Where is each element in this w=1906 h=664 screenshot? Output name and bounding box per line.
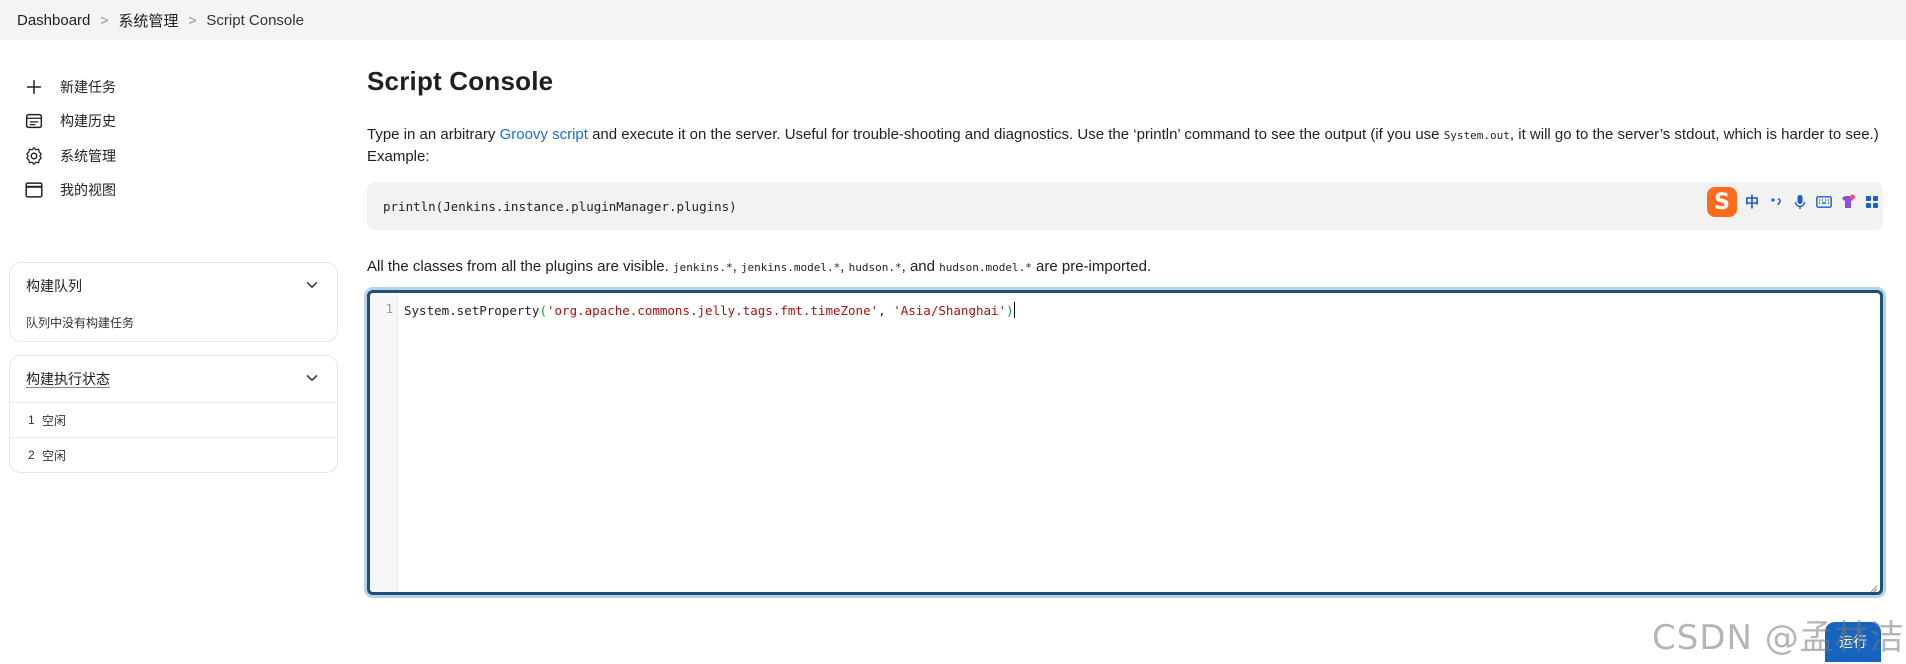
- executor-status: 空闲: [42, 413, 67, 428]
- pre-imported-note: All the classes from all the plugins are…: [367, 258, 1151, 275]
- note-code: hudson.model.*: [939, 261, 1032, 274]
- groovy-script-link[interactable]: Groovy script: [500, 126, 588, 143]
- toolbox-grid-icon[interactable]: [1863, 192, 1881, 212]
- example-code-block: println(Jenkins.instance.pluginManager.p…: [367, 182, 1883, 230]
- ime-chinese-mode-icon[interactable]: 中: [1743, 192, 1761, 212]
- note-code: jenkins.*: [672, 261, 733, 274]
- note-segment: are pre-imported.: [1031, 258, 1152, 275]
- sidebar-item-label: 构建历史: [60, 113, 116, 129]
- page-title: Script Console: [367, 66, 554, 96]
- breadcrumb-system-management[interactable]: 系统管理: [118, 10, 178, 31]
- executor-number: 1: [28, 413, 35, 427]
- window-icon: [20, 176, 48, 204]
- script-editor[interactable]: 1 System.setProperty('org.apache.commons…: [367, 290, 1883, 595]
- build-queue-pane: 构建队列 队列中没有构建任务: [9, 262, 338, 342]
- description-text: Type in an arbitrary Groovy script and e…: [367, 124, 1887, 167]
- note-segment: ,: [840, 258, 849, 275]
- note-code: hudson.*: [848, 261, 902, 274]
- chevron-down-icon[interactable]: [303, 369, 321, 390]
- code-paren: (: [539, 303, 547, 318]
- sidebar-item-label: 系统管理: [60, 148, 116, 164]
- example-code: println(Jenkins.instance.pluginManager.p…: [383, 198, 737, 214]
- keyboard-icon[interactable]: [1815, 192, 1833, 212]
- ime-toolbar[interactable]: S 中: [1703, 186, 1885, 218]
- breadcrumb-script-console[interactable]: Script Console: [206, 12, 304, 29]
- code-line[interactable]: System.setProperty('org.apache.commons.j…: [404, 302, 1015, 318]
- note-segment: , and: [901, 258, 940, 275]
- code-string: 'org.apache.commons.jelly.tags.fmt.timeZ…: [547, 303, 879, 318]
- breadcrumb-separator-icon: >: [188, 12, 197, 28]
- code-paren: ): [1006, 303, 1014, 318]
- skin-shirt-icon[interactable]: [1839, 192, 1857, 212]
- description-segment: and execute it on the server. Useful for…: [587, 126, 1444, 143]
- note-segment: All the classes from all the plugins are…: [367, 258, 673, 275]
- sidebar: 新建任务 构建历史 系统管理 我的视图 构建队列 队列中没有构建任务 构建执行状…: [0, 40, 348, 664]
- executors-title-link[interactable]: 构建执行状态: [26, 369, 110, 389]
- text-cursor: [1013, 302, 1015, 318]
- sogou-logo-icon[interactable]: S: [1707, 187, 1737, 217]
- executor-number: 2: [28, 448, 35, 462]
- executor-row: 1 空闲: [10, 402, 337, 437]
- line-number: 1: [385, 302, 393, 316]
- chevron-down-icon[interactable]: [303, 276, 321, 297]
- breadcrumb: Dashboard > 系统管理 > Script Console: [0, 0, 1906, 40]
- note-segment: ,: [732, 258, 741, 275]
- description-segment: Type in an arbitrary: [367, 126, 500, 143]
- breadcrumb-separator-icon: >: [100, 12, 109, 28]
- code-method: System.setProperty: [404, 303, 540, 318]
- sidebar-item-build-history[interactable]: 构建历史: [20, 101, 116, 141]
- sidebar-item-label: 我的视图: [60, 182, 116, 198]
- run-button[interactable]: 运行: [1825, 622, 1881, 662]
- build-history-icon: [20, 107, 48, 135]
- ime-punctuation-icon[interactable]: [1767, 192, 1785, 212]
- sidebar-item-my-views[interactable]: 我的视图: [20, 170, 116, 210]
- gear-icon: [20, 142, 48, 170]
- executors-pane: 构建执行状态 1 空闲 2 空闲: [9, 355, 338, 473]
- breadcrumb-dashboard[interactable]: Dashboard: [17, 12, 90, 29]
- sidebar-item-label: 新建任务: [60, 79, 116, 95]
- resize-handle-icon[interactable]: [1868, 580, 1878, 592]
- code-comma: ,: [878, 303, 894, 318]
- line-number-gutter: 1: [370, 293, 398, 592]
- plus-icon: [20, 73, 48, 101]
- microphone-icon[interactable]: [1791, 192, 1809, 212]
- executor-status: 空闲: [42, 448, 67, 463]
- build-queue-empty-text: 队列中没有构建任务: [26, 315, 135, 330]
- executors-header: 构建执行状态: [10, 356, 337, 402]
- code-string: 'Asia/Shanghai': [893, 303, 1007, 318]
- build-queue-title: 构建队列: [26, 278, 82, 294]
- note-code: jenkins.model.*: [740, 261, 841, 274]
- system-out-code: System.out: [1443, 129, 1510, 142]
- executor-row: 2 空闲: [10, 437, 337, 472]
